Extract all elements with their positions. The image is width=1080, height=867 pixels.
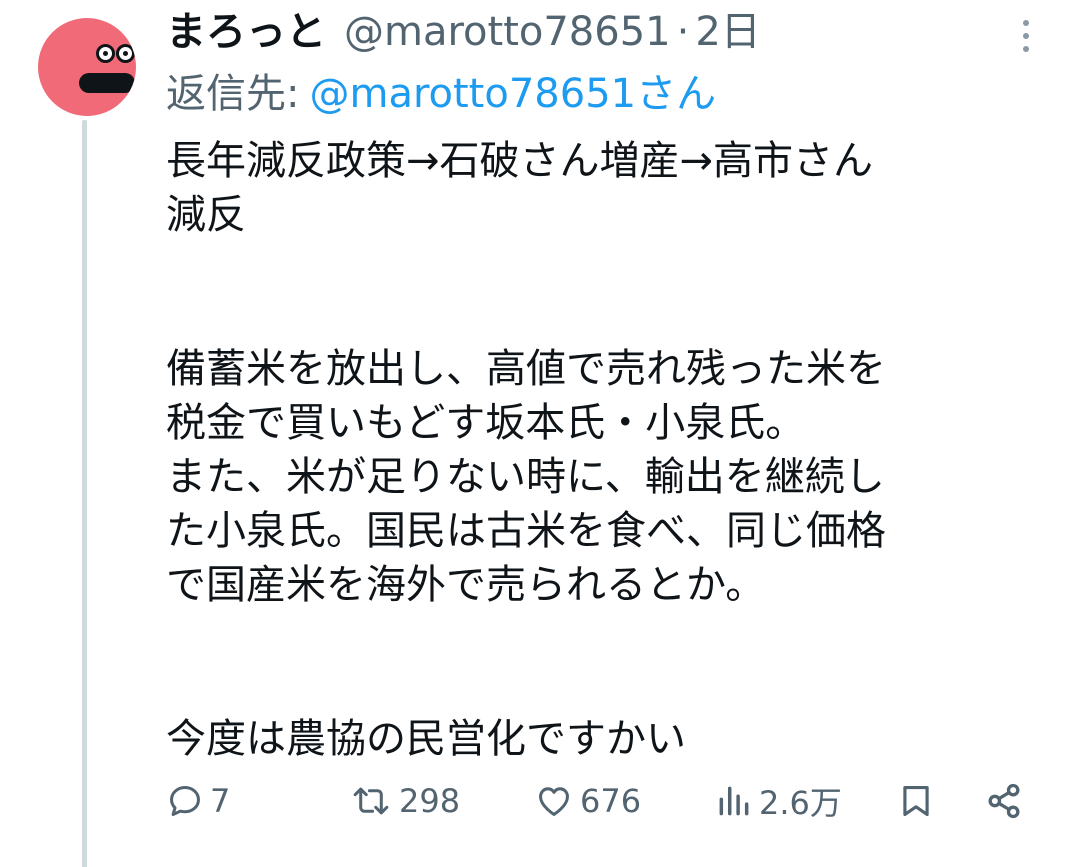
tweet-text-line: 長年減反政策→石破さん増産→高市さん [166, 138, 874, 184]
avatar[interactable] [38, 18, 136, 116]
reply-to: 返信先: @marotto78651さん [166, 66, 716, 122]
share-button[interactable] [984, 775, 1024, 827]
tweet-text-line: 今度は農協の民営化ですかい [166, 716, 686, 762]
tweet-text-line: で国産米を海外で売られるとか。 [166, 562, 766, 608]
more-icon[interactable] [1016, 16, 1036, 56]
display-name[interactable]: まろっと [166, 6, 326, 58]
action-bar: 7 298 676 2.6万 [166, 775, 1036, 827]
tweet-text-line: た小泉氏。国民は古米を食べ、同じ価格 [166, 508, 886, 554]
views-count: 2.6万 [759, 784, 842, 822]
bookmark-icon [903, 785, 929, 817]
views-button[interactable]: 2.6万 [715, 775, 842, 827]
bookmark-button[interactable] [897, 775, 935, 827]
avatar-eye-left [96, 44, 115, 63]
tweet-header: まろっと @marotto78651 · 2日 [166, 6, 761, 58]
reply-icon [170, 786, 200, 816]
retweet-button[interactable]: 298 [349, 775, 460, 827]
tweet: まろっと @marotto78651 · 2日 返信先: @marotto7865… [0, 0, 1080, 867]
header-separator: · [676, 9, 690, 55]
tweet-text-line: 減反 [166, 192, 246, 238]
retweet-icon [353, 787, 389, 815]
reply-target-link[interactable]: @marotto78651さん [309, 71, 716, 117]
reply-prefix: 返信先: [166, 71, 300, 117]
tweet-text: 長年減反政策→石破さん増産→高市さん 減反 備蓄米を放出し、高値で売れ残った米を… [166, 134, 1036, 766]
avatar-mouth [79, 73, 135, 93]
user-handle[interactable]: @marotto78651 [344, 6, 671, 58]
avatar-eye-right [116, 44, 135, 63]
timestamp[interactable]: 2日 [695, 6, 760, 58]
reply-button[interactable]: 7 [166, 775, 230, 827]
tweet-text-line: また、米が足りない時に、輸出を継続し [166, 454, 885, 500]
share-icon [988, 783, 1020, 819]
like-count: 676 [580, 782, 642, 820]
like-icon [539, 787, 569, 816]
thread-line [82, 120, 87, 867]
retweet-count: 298 [399, 782, 461, 820]
tweet-text-line: 税金で買いもどす坂本氏・小泉氏。 [166, 400, 806, 446]
views-icon [719, 786, 749, 816]
tweet-text-line: 備蓄米を放出し、高値で売れ残った米を [166, 346, 886, 392]
reply-count: 7 [210, 782, 231, 820]
like-button[interactable]: 676 [534, 775, 641, 827]
